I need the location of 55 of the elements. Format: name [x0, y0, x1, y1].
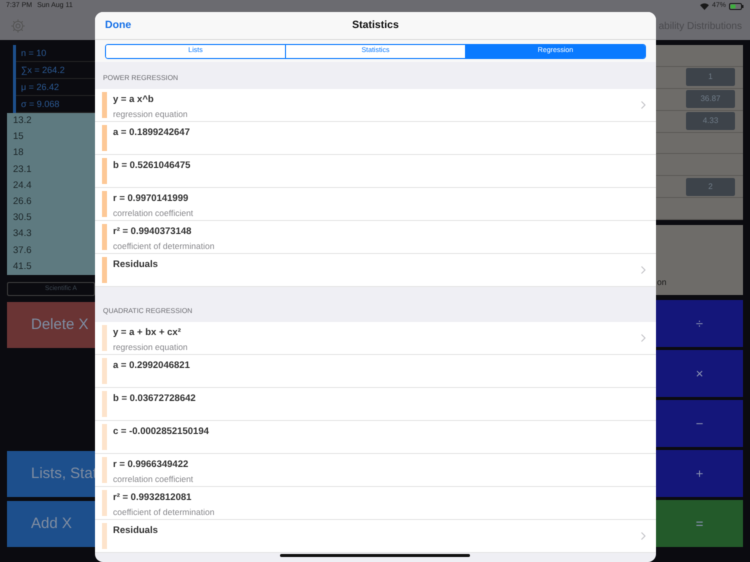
- row-title: y = a x^b: [113, 93, 155, 107]
- row-title: a = 0.2992046821: [113, 359, 191, 373]
- list-value[interactable]: 34.3: [7, 226, 95, 242]
- panel-label: on: [656, 276, 666, 289]
- row-subtitle: coefficient of determination: [113, 240, 216, 253]
- list-value[interactable]: 26.6: [7, 194, 95, 210]
- keypad-button[interactable]: Delete X: [7, 302, 95, 348]
- list-value[interactable]: 13.2: [7, 113, 95, 130]
- value-field[interactable]: 2: [686, 178, 735, 196]
- sheet-title: Statistics: [352, 18, 399, 33]
- row-title: r² = 0.9940373148: [113, 225, 192, 239]
- list-value[interactable]: 23.1: [7, 162, 95, 178]
- value-field[interactable]: 4.33: [686, 112, 735, 130]
- row-title: b = 0.03672728642: [113, 392, 197, 406]
- list-value[interactable]: 37.6: [7, 242, 95, 259]
- row-title: a = 0.1899242647: [113, 126, 191, 140]
- keypad-button[interactable]: Lists, Stat: [7, 450, 95, 497]
- list-value[interactable]: 41.5: [7, 258, 95, 275]
- value-field[interactable]: 1: [686, 68, 735, 86]
- row-subtitle: correlation coefficient: [113, 207, 194, 220]
- row-subtitle: regression equation: [113, 108, 189, 121]
- chevron-icon: [641, 266, 646, 274]
- operator-button[interactable]: −: [656, 400, 743, 447]
- operator-button[interactable]: =: [656, 500, 743, 547]
- chevron-icon: [641, 101, 646, 109]
- keypad-button[interactable]: Add X: [7, 500, 95, 547]
- list-value[interactable]: 18: [7, 145, 95, 162]
- result-row[interactable]: Residuals: [95, 520, 656, 553]
- row-title: Residuals: [113, 524, 159, 538]
- row-title: c = -0.0002852150194: [113, 425, 210, 439]
- chevron-icon: [641, 532, 646, 540]
- list-value[interactable]: 24.4: [7, 178, 95, 194]
- result-row[interactable]: Residuals: [95, 254, 656, 287]
- row-subtitle: regression equation: [113, 341, 189, 354]
- row-title: r = 0.9966349422: [113, 458, 190, 472]
- row-title: y = a + bx + cx²: [113, 326, 182, 340]
- row-title: b = 0.5261046475: [113, 159, 192, 173]
- settings-icon[interactable]: [10, 18, 26, 34]
- row-title: r = 0.9970141999: [113, 192, 190, 206]
- operator-button[interactable]: ÷: [656, 300, 743, 347]
- done-button[interactable]: Done: [105, 18, 132, 34]
- row-subtitle: correlation coefficient: [113, 473, 194, 486]
- wifi-icon: [700, 2, 709, 10]
- list-value[interactable]: 30.5: [7, 210, 95, 226]
- row-title: Residuals: [113, 258, 159, 272]
- battery-icon: [729, 2, 744, 10]
- result-row[interactable]: y = a x^b regression equation: [95, 89, 656, 122]
- value-field[interactable]: 36.87: [686, 90, 735, 108]
- operator-button[interactable]: ×: [656, 350, 743, 397]
- list-value[interactable]: 15: [7, 129, 95, 146]
- row-subtitle: coefficient of determination: [113, 506, 216, 519]
- operator-button[interactable]: +: [656, 450, 743, 497]
- result-row[interactable]: y = a + bx + cx² regression equation: [95, 322, 656, 355]
- row-title: r² = 0.9932812081: [113, 491, 192, 505]
- chevron-icon: [641, 334, 646, 342]
